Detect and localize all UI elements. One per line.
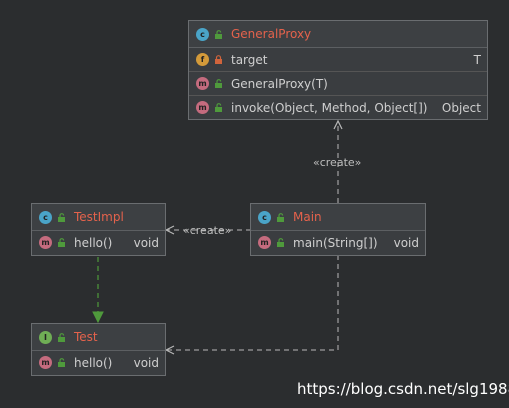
method-row[interactable]: m main(String[]) void — [251, 231, 425, 254]
method-return-type: Object — [441, 100, 481, 115]
method-name: main(String[]) — [293, 235, 378, 250]
class-header: c Main — [251, 204, 425, 231]
private-visibility-icon — [215, 55, 222, 64]
method-row[interactable]: m hello() void — [32, 231, 165, 254]
public-visibility-icon — [58, 332, 65, 342]
class-icon: c — [258, 210, 271, 224]
field-type: T — [473, 52, 481, 67]
interface-icon: I — [39, 330, 52, 344]
class-main[interactable]: c Main m main(String[]) void — [250, 203, 426, 256]
class-header: c TestImpl — [32, 204, 165, 231]
public-visibility-icon — [215, 79, 222, 88]
dependency-main-to-test — [166, 255, 339, 350]
method-name: invoke(Object, Method, Object[]) — [231, 100, 428, 115]
class-name: Test — [74, 330, 98, 344]
method-icon: m — [258, 236, 271, 249]
constructor-row[interactable]: m GeneralProxy(T) — [189, 72, 487, 96]
field-name: target — [231, 52, 268, 67]
public-visibility-icon — [58, 212, 65, 222]
public-visibility-icon — [277, 212, 284, 222]
watermark: https://blog.csdn.net/slg1988 — [297, 380, 509, 398]
class-icon: c — [39, 210, 52, 224]
class-general-proxy[interactable]: c GeneralProxy f target T m GeneralProxy… — [188, 20, 488, 120]
method-icon: m — [196, 77, 209, 90]
method-icon: m — [39, 356, 52, 369]
class-icon: c — [196, 27, 209, 41]
uml-class-diagram: «create» «create» c GeneralProxy f targe… — [0, 0, 509, 408]
class-header: I Test — [32, 324, 165, 351]
constructor-name: GeneralProxy(T) — [231, 76, 328, 91]
method-return-type: void — [133, 355, 159, 370]
public-visibility-icon — [277, 238, 284, 247]
public-visibility-icon — [215, 29, 222, 39]
create-label-general-proxy: «create» — [313, 156, 362, 169]
method-return-type: void — [393, 235, 419, 250]
field-row[interactable]: f target T — [189, 48, 487, 72]
method-return-type: void — [133, 235, 159, 250]
method-row[interactable]: m hello() void — [32, 351, 165, 374]
interface-test[interactable]: I Test m hello() void — [31, 323, 166, 376]
field-icon: f — [196, 53, 209, 66]
class-header: c GeneralProxy — [189, 21, 487, 48]
class-test-impl[interactable]: c TestImpl m hello() void — [31, 203, 166, 256]
method-icon: m — [39, 236, 52, 249]
public-visibility-icon — [58, 358, 65, 367]
method-icon: m — [196, 101, 209, 114]
class-name: TestImpl — [74, 210, 124, 224]
class-name: Main — [293, 210, 322, 224]
method-name: hello() — [74, 355, 113, 370]
class-name: GeneralProxy — [231, 27, 312, 41]
public-visibility-icon — [215, 103, 222, 112]
method-name: hello() — [74, 235, 113, 250]
create-label-test-impl: «create» — [183, 224, 232, 237]
public-visibility-icon — [58, 238, 65, 247]
method-row[interactable]: m invoke(Object, Method, Object[]) Objec… — [189, 96, 487, 119]
